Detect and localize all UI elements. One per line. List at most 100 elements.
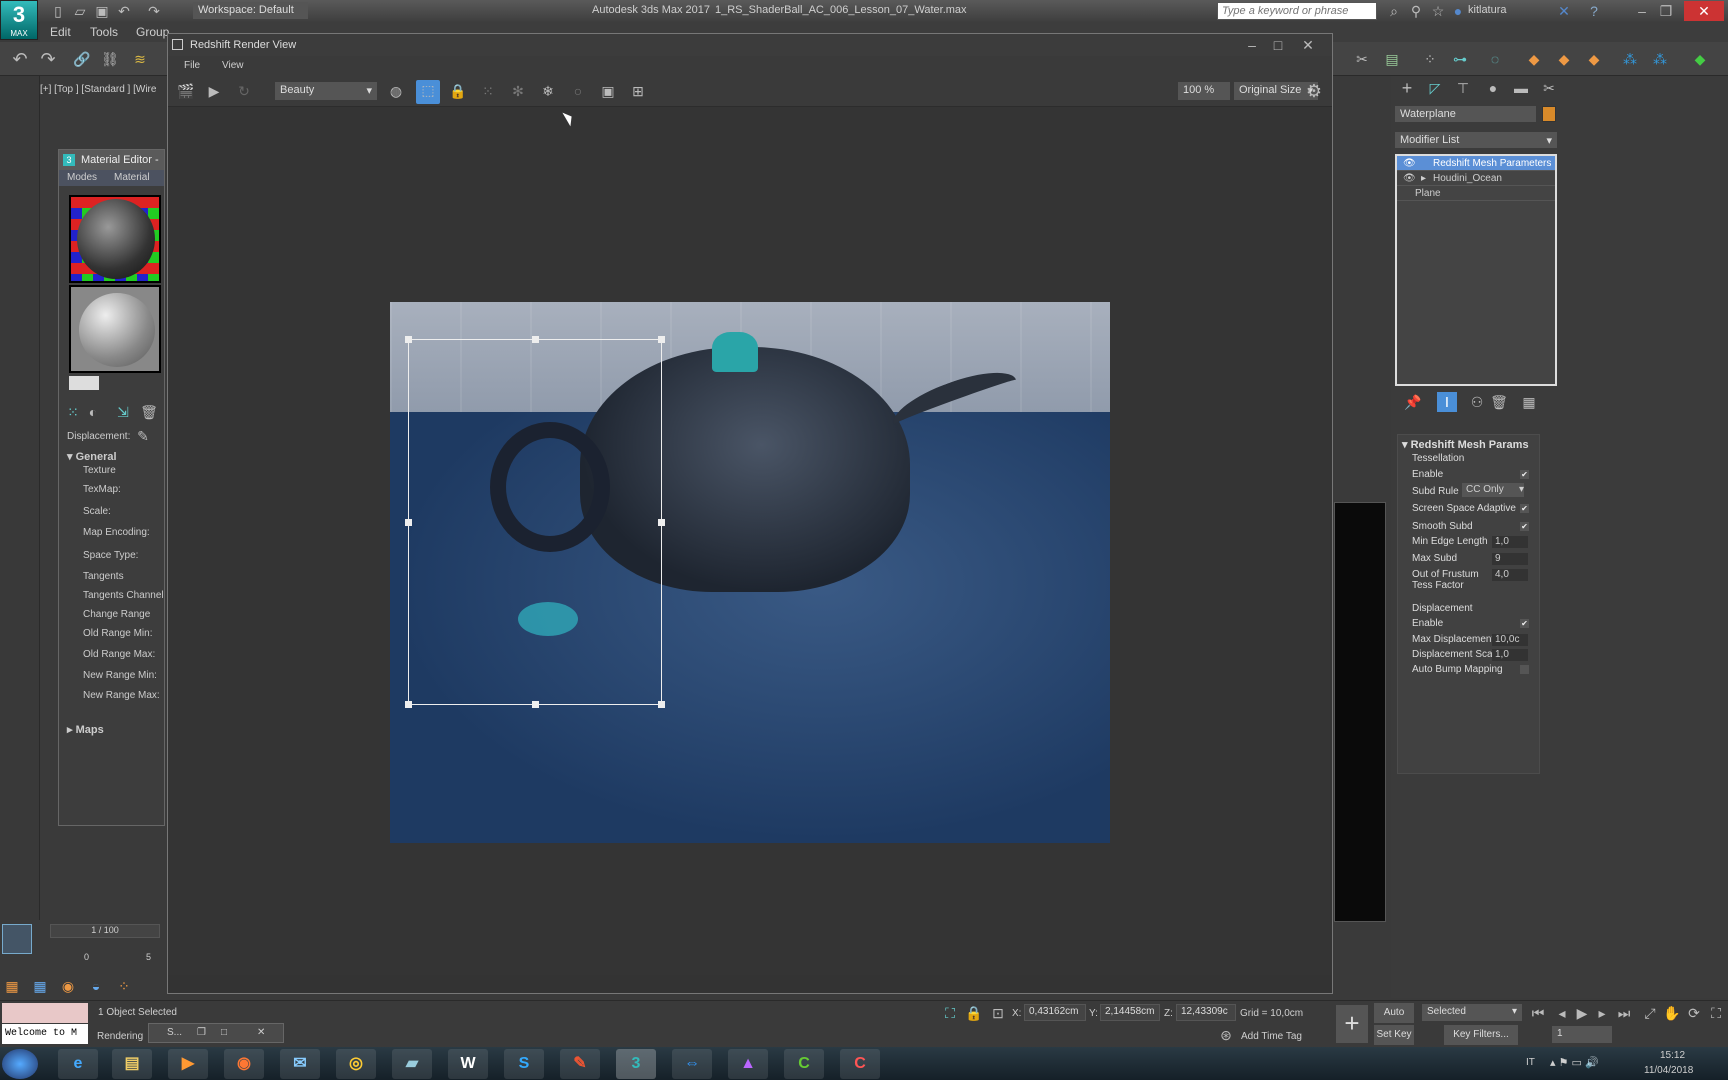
settings-gear-icon[interactable]: ⚙ [1304,81,1324,101]
undo-icon[interactable]: ↶ [114,1,134,21]
perspective-viewport[interactable] [1334,502,1386,922]
general-rollout[interactable]: ▾ General [67,450,117,463]
assign-material-icon[interactable]: ⇲ [113,402,133,422]
material-slot-gray[interactable] [69,285,161,373]
green-tool-icon[interactable]: ◆ [1690,49,1710,69]
absolute-mode-icon[interactable]: ⊡ [988,1003,1008,1023]
maximize-viewport-icon[interactable]: ⛶ [1706,1003,1726,1023]
previous-frame-icon[interactable]: ◂ [1552,1003,1572,1023]
circle-icon[interactable]: ○ [568,81,588,101]
add-snapshot-icon[interactable]: ⊞ [628,81,648,101]
smooth-subd-checkbox[interactable]: ✔ [1520,522,1529,531]
selection-lock-icon[interactable]: 🔒 [964,1003,984,1023]
region-icon[interactable]: ⬚ [416,80,440,104]
material-editor-title[interactable]: 3 Material Editor - [59,150,164,170]
close-icon[interactable]: ✕ [257,1024,265,1042]
ruler-icon[interactable]: ⊶ [1450,49,1470,69]
explorer-taskbar-icon[interactable]: ▤ [112,1049,152,1079]
render-region-box[interactable] [405,336,665,708]
menu-modes[interactable]: Modes [67,170,97,186]
unlink-icon[interactable]: ⛓ [100,49,120,69]
put-material-icon[interactable]: ◐ [83,402,103,422]
viewport-layout-button[interactable] [2,924,32,954]
orbit-icon[interactable]: ⟳ [1684,1003,1704,1023]
rollout-header[interactable]: ▾ Redshift Mesh Params [1402,438,1529,451]
remove-modifier-icon[interactable]: 🗑 [1489,392,1509,412]
affinity-taskbar-icon[interactable]: ▲ [728,1049,768,1079]
region-handle-bl[interactable] [405,701,412,708]
start-button[interactable] [2,1049,38,1079]
chrome-taskbar-icon[interactable]: ◎ [336,1049,376,1079]
max-subd-spinner[interactable]: 9 [1492,553,1528,565]
set-key-button[interactable]: Set Key [1374,1025,1414,1045]
close-icon[interactable]: ✕ [1684,1,1724,21]
mail-taskbar-icon[interactable]: ✉ [280,1049,320,1079]
zoom-field[interactable]: 100 % [1178,82,1230,100]
object-name-field[interactable]: Waterplane [1395,106,1536,122]
camtasia-red-taskbar-icon[interactable]: C [840,1049,880,1079]
restore-icon[interactable]: ❐ [197,1024,206,1042]
render-frame-icon[interactable]: ◆ [1584,49,1604,69]
fire-icon[interactable]: ◉ [58,976,78,996]
tess-enable-checkbox[interactable]: ✔ [1520,470,1529,479]
snapshot-icon[interactable]: ▣ [598,81,618,101]
water-icon[interactable]: ◒ [86,976,106,996]
region-handle-tl[interactable] [405,336,412,343]
delete-icon[interactable]: 🗑 [139,402,159,422]
scene-tool-icon[interactable]: ▦ [2,976,22,996]
new-file-icon[interactable]: ▯ [48,1,68,21]
teamviewer-taskbar-icon[interactable]: ⇔ [672,1049,712,1079]
subd-rule-dropdown[interactable]: CC Only ▾ [1462,483,1524,497]
show-end-result-icon[interactable]: Ⅰ [1437,392,1457,412]
menu-file[interactable]: File [184,60,200,71]
binoculars-icon[interactable]: ⌕ [1384,1,1404,21]
modifier-list-dropdown[interactable]: Modifier List ▾ [1395,132,1557,148]
menu-tools[interactable]: Tools [90,25,118,39]
hierarchy-icon[interactable]: ⁂ [1620,49,1640,69]
make-unique-icon[interactable]: ⚇ [1467,392,1487,412]
display-tab-icon[interactable]: ▬ [1511,78,1531,98]
next-frame-icon[interactable]: ▸ [1592,1003,1612,1023]
help-icon[interactable]: ? [1584,1,1604,21]
region-handle-br[interactable] [658,701,665,708]
auto-key-button[interactable]: Auto Key [1374,1003,1414,1038]
material-slot-checker[interactable] [69,195,161,283]
maxscript-listener-pink[interactable] [2,1003,88,1023]
region-handle-r[interactable] [658,519,665,526]
x-coordinate-field[interactable]: 0,43162cm [1024,1004,1086,1021]
go-to-end-icon[interactable]: ⏭ [1614,1003,1634,1023]
min-edge-spinner[interactable]: 1,0 [1492,536,1528,548]
tools-icon[interactable]: ✂ [1352,49,1372,69]
input-language[interactable]: IT [1526,1057,1535,1068]
rendered-image[interactable] [390,302,1110,843]
render-setup-icon[interactable]: ◆ [1554,49,1574,69]
satellite-icon[interactable]: ⚲ [1406,1,1426,21]
hierarchy2-icon[interactable]: ⁂ [1650,49,1670,69]
render-canvas[interactable] [168,107,1332,975]
app-logo[interactable]: 3 MAX [0,0,38,40]
max-disp-spinner[interactable]: 10,0c [1492,634,1528,646]
go-to-start-icon[interactable]: ⏮ [1528,1003,1548,1023]
maps-rollout[interactable]: ▸ Maps [67,723,104,736]
clapper-icon[interactable]: 🎬 [176,81,196,101]
freeze-icon[interactable]: ✻ [508,81,528,101]
media-player-taskbar-icon[interactable]: ▶ [168,1049,208,1079]
tray-icons[interactable]: ▴ ⚑ ▭ 🔊 [1550,1056,1599,1069]
render-icon[interactable]: ◆ [1524,49,1544,69]
add-time-tag[interactable]: Add Time Tag [1241,1031,1302,1042]
grid-tool-icon[interactable]: ▦ [30,976,50,996]
isolate-icon[interactable]: ⛶ [940,1003,960,1023]
y-coordinate-field[interactable]: 2,14458cm [1100,1004,1160,1021]
snowflake-icon[interactable]: ❄ [538,81,558,101]
workspace-dropdown[interactable]: Workspace: Default [193,2,308,19]
region-handle-t[interactable] [532,336,539,343]
rgb-icon[interactable]: ◍ [386,81,406,101]
redo-icon[interactable]: ↷ [38,49,58,69]
firefox-taskbar-icon[interactable]: ◉ [224,1049,264,1079]
notes-taskbar-icon[interactable]: ▰ [392,1049,432,1079]
zoom-extents-icon[interactable]: ⤢ [1640,1003,1660,1023]
restore-icon[interactable]: ❐ [1656,1,1676,21]
stack-item-plane[interactable]: Plane [1397,186,1555,201]
stack-item-houdini-ocean[interactable]: 👁 ▸ Houdini_Ocean [1397,171,1555,186]
eye-icon[interactable]: 👁 [1403,171,1416,186]
